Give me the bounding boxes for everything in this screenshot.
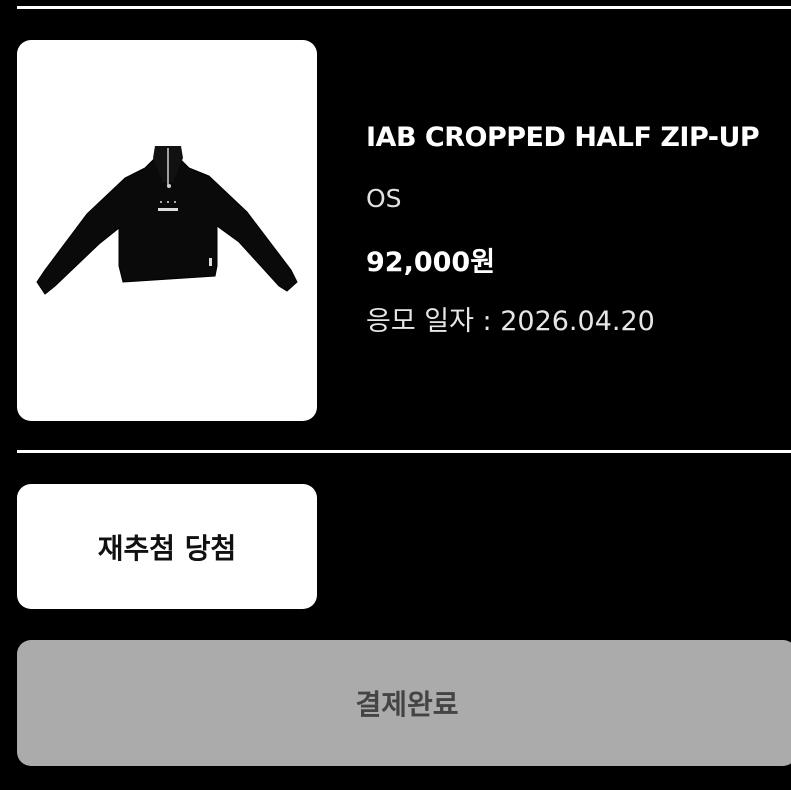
section-divider xyxy=(17,450,791,453)
top-divider xyxy=(17,6,791,9)
product-price: 92,000원 xyxy=(366,247,496,278)
product-name: IAB CROPPED HALF ZIP-UP xyxy=(366,122,760,153)
product-image-card[interactable] xyxy=(17,40,317,421)
payment-complete-button[interactable]: 결제완료 xyxy=(17,640,791,766)
product-photo xyxy=(36,145,298,295)
entry-date-row: 응모 일자 : 2026.04.20 xyxy=(366,299,655,338)
draw-result-badge: 재추첨 당첨 xyxy=(17,484,317,609)
entry-date-value: 2026.04.20 xyxy=(500,306,655,337)
entry-date-label: 응모 일자 : xyxy=(366,306,501,337)
order-entry-page: IAB CROPPED HALF ZIP-UP OS 92,000원 응모 일자… xyxy=(0,0,791,790)
product-option: OS xyxy=(366,184,402,213)
